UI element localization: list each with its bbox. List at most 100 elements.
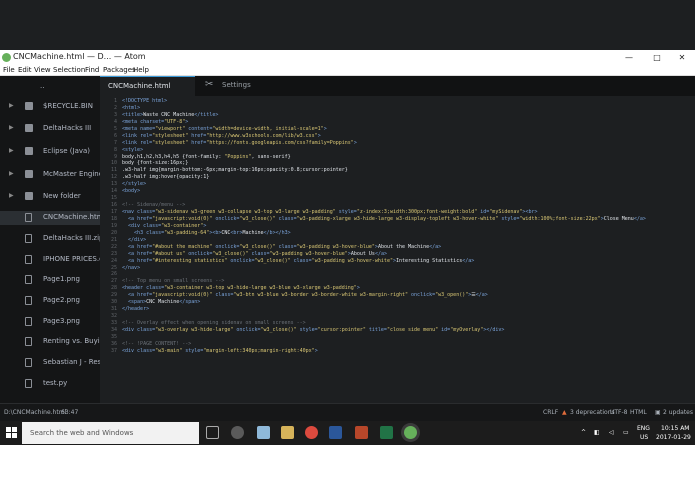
windows-start-icon[interactable] bbox=[6, 427, 18, 439]
windows-taskbar: Search the web and Windows ^ ◧ ◁ ▭ ENG U… bbox=[0, 421, 695, 445]
tree-item[interactable]: Renting vs. Buying bbox=[0, 335, 100, 349]
menu-view[interactable]: View bbox=[34, 66, 51, 74]
line-number: 9 bbox=[113, 153, 117, 160]
gift-icon: ▣ bbox=[655, 409, 661, 416]
tree-item[interactable]: ▶ $RECYCLE.BIN bbox=[0, 100, 100, 114]
tray-region[interactable]: US bbox=[640, 434, 648, 441]
app-icon[interactable] bbox=[257, 426, 270, 439]
tab-settings[interactable]: ✂ Settings bbox=[200, 76, 290, 96]
tray-language[interactable]: ENG bbox=[637, 425, 650, 432]
status-updates[interactable]: 2 updates bbox=[663, 409, 693, 416]
tree-item[interactable]: Page1.png bbox=[0, 273, 100, 287]
tree-item-label: Page2.png bbox=[43, 296, 80, 304]
status-cursor-position[interactable]: 63:47 bbox=[61, 409, 78, 416]
code-editor[interactable]: 1 2 3 4 5 6 7 8 9 10 11 12 13 14 15 16 17 18 19 20 21 22 23 24 2… bbox=[100, 96, 695, 403]
menu-packages[interactable]: Packages bbox=[103, 66, 136, 74]
chrome-icon[interactable] bbox=[305, 426, 318, 439]
excel-icon[interactable] bbox=[380, 426, 393, 439]
tab-cncmachine-html[interactable]: CNCMachine.html bbox=[100, 76, 195, 96]
code-line: <!-- !PAGE CONTENT! --> bbox=[122, 340, 192, 347]
line-number: 12 bbox=[110, 174, 117, 181]
tree-item[interactable]: IPHONE PRICES.do bbox=[0, 253, 100, 267]
maximize-button[interactable]: □ bbox=[644, 51, 670, 64]
file-icon bbox=[25, 317, 32, 326]
menu-selection[interactable]: Selection bbox=[53, 66, 85, 74]
code-line: .w3-half img:hover{opacity:1} bbox=[122, 174, 210, 181]
code-line: <!-- Top menu on small screens --> bbox=[122, 278, 225, 285]
status-encoding[interactable]: UTF-8 bbox=[610, 409, 628, 416]
title-bar: CNCMachine.html — D... — Atom — □ ✕ bbox=[0, 50, 695, 65]
tree-item-label: $RECYCLE.BIN bbox=[43, 102, 93, 110]
code-line: <div class="w3-main" style="margin-left:… bbox=[122, 347, 318, 354]
code-line: body {font-size:16px;} bbox=[122, 160, 189, 167]
close-button[interactable]: ✕ bbox=[669, 51, 695, 64]
powerpoint-icon[interactable] bbox=[355, 426, 368, 439]
chevron-right-icon: ▶ bbox=[9, 124, 14, 131]
volume-icon[interactable]: ◁ bbox=[609, 429, 614, 436]
folder-icon bbox=[25, 102, 33, 110]
tree-item[interactable]: Sebastian J - Resu bbox=[0, 356, 100, 370]
line-number: 26 bbox=[110, 271, 117, 278]
status-file-path[interactable]: D:\CNCMachine.html bbox=[4, 409, 66, 416]
tree-item[interactable]: Page2.png bbox=[0, 294, 100, 308]
tray-time[interactable]: 10:15 AM bbox=[661, 425, 689, 432]
line-number: 33 bbox=[110, 320, 117, 326]
code-line: <meta name="viewport" content="width=dev… bbox=[122, 125, 327, 132]
line-number: 22 bbox=[110, 243, 117, 250]
menu-file[interactable]: File bbox=[3, 66, 15, 74]
tree-item[interactable]: ▶ New folder bbox=[0, 190, 100, 204]
line-number: 29 bbox=[110, 292, 117, 299]
tree-item[interactable]: ▶ McMaster Enginee bbox=[0, 168, 100, 182]
taskbar-search-box[interactable]: Search the web and Windows bbox=[22, 422, 199, 444]
code-line: <link rel="stylesheet" href="https://fon… bbox=[122, 139, 357, 146]
line-number: 1 bbox=[113, 98, 117, 104]
tray-date[interactable]: 2017-01-29 bbox=[656, 434, 691, 441]
battery-icon[interactable]: ▭ bbox=[623, 429, 629, 436]
tray-chevron-icon[interactable]: ^ bbox=[581, 429, 586, 436]
line-number: 34 bbox=[110, 326, 117, 333]
line-number: 18 bbox=[110, 215, 117, 222]
line-number: 20 bbox=[110, 229, 117, 236]
atom-app-icon bbox=[2, 53, 11, 62]
tab-bar: CNCMachine.html ✂ Settings bbox=[100, 76, 695, 96]
line-number: 17 bbox=[110, 209, 117, 215]
atom-taskbar-icon[interactable] bbox=[404, 426, 417, 439]
line-number: 14 bbox=[110, 188, 117, 195]
menu-edit[interactable]: Edit bbox=[18, 66, 32, 74]
tree-item[interactable]: ▶ DeltaHacks III bbox=[0, 122, 100, 136]
tree-item-selected[interactable]: CNCMachine.html bbox=[0, 211, 100, 225]
tree-item-label: Sebastian J - Resu bbox=[43, 358, 100, 366]
menu-find[interactable]: Find bbox=[85, 66, 99, 74]
line-number: 5 bbox=[113, 125, 117, 132]
code-line: <div class="w3-container"> bbox=[128, 222, 207, 229]
status-grammar[interactable]: HTML bbox=[630, 409, 647, 416]
file-explorer-icon[interactable] bbox=[281, 426, 294, 439]
tree-item-label: test.py bbox=[43, 379, 68, 387]
tree-item-label: DeltaHacks III bbox=[43, 124, 92, 132]
line-number: 23 bbox=[110, 250, 117, 257]
code-line: <!-- Overlay effect when opening sidenav… bbox=[122, 320, 306, 326]
code-line: body,h1,h2,h3,h4,h5 {font-family: "Poppi… bbox=[122, 153, 291, 160]
line-number: 4 bbox=[113, 118, 117, 125]
tree-item[interactable]: test.py bbox=[0, 377, 100, 391]
word-icon[interactable] bbox=[329, 426, 342, 439]
file-icon bbox=[25, 255, 32, 264]
network-icon[interactable]: ◧ bbox=[594, 429, 600, 436]
status-deprecations[interactable]: 3 deprecations bbox=[570, 409, 615, 416]
task-view-icon[interactable] bbox=[206, 426, 219, 439]
tree-item[interactable]: ▶ Eclipse (Java) bbox=[0, 145, 100, 159]
minimize-button[interactable]: — bbox=[616, 51, 642, 64]
file-icon bbox=[25, 234, 32, 243]
tree-item[interactable]: Page3.png bbox=[0, 315, 100, 329]
app-icon[interactable] bbox=[231, 426, 244, 439]
tree-item-label: CNCMachine.html bbox=[43, 213, 100, 221]
menu-help[interactable]: Help bbox=[133, 66, 149, 74]
code-line: <nav class="w3-sidenav w3-green w3-colla… bbox=[122, 209, 538, 215]
tree-item[interactable]: DeltaHacks III.zip bbox=[0, 232, 100, 246]
tree-item[interactable]: .. bbox=[0, 80, 100, 94]
file-icon bbox=[25, 213, 32, 222]
line-number: 25 bbox=[110, 264, 117, 271]
status-line-ending[interactable]: CRLF bbox=[543, 409, 558, 416]
